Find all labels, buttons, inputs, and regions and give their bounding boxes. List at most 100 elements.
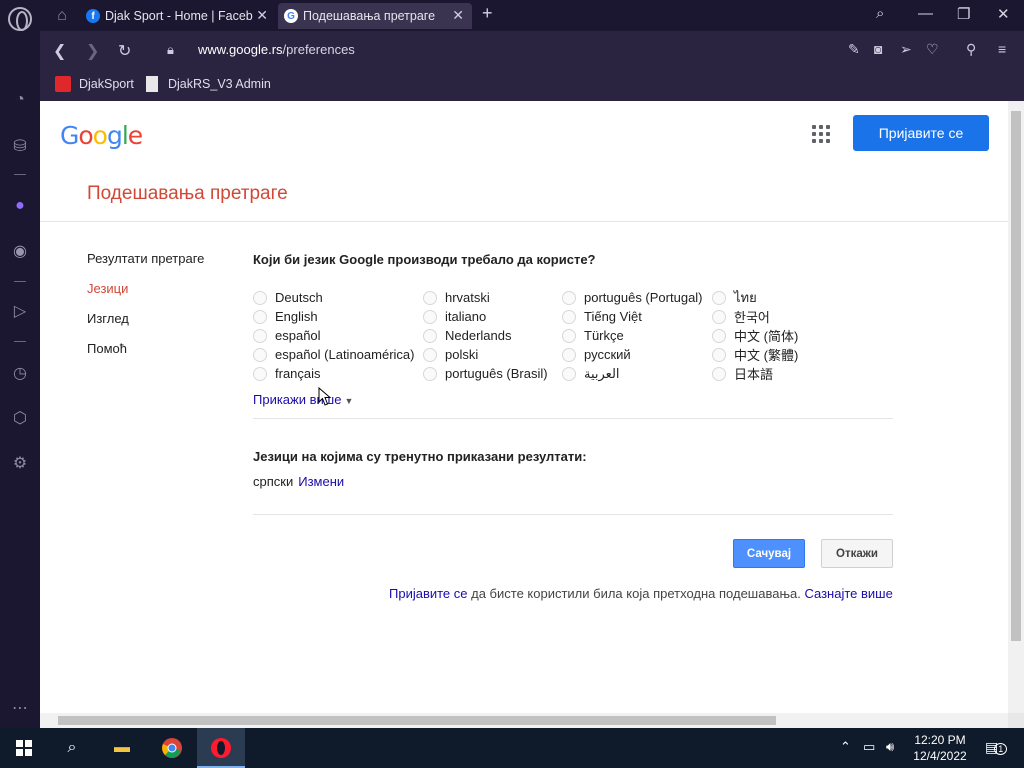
signin-button[interactable]: Пријавите се bbox=[853, 115, 989, 151]
tab-djak-sport[interactable]: f Djak Sport - Home | Facebo ✕ bbox=[80, 3, 276, 29]
radio-button[interactable] bbox=[562, 347, 576, 362]
whatsapp-icon[interactable]: ◉ bbox=[9, 240, 31, 262]
radio-button[interactable] bbox=[562, 366, 576, 381]
windows-start-icon[interactable] bbox=[11, 736, 37, 760]
more-dots-icon[interactable]: ⋯ bbox=[9, 697, 31, 719]
radio-button[interactable] bbox=[423, 328, 437, 343]
messenger-icon[interactable]: ● bbox=[9, 195, 31, 217]
language-option[interactable]: English bbox=[253, 307, 414, 326]
nav-languages[interactable]: Језици bbox=[87, 281, 204, 311]
show-more-link[interactable]: Прикажи више ▼ bbox=[253, 392, 353, 407]
history-icon[interactable]: ◷ bbox=[9, 362, 31, 384]
language-option[interactable]: polski bbox=[423, 345, 548, 364]
radio-button[interactable] bbox=[712, 366, 726, 381]
radio-button[interactable] bbox=[423, 366, 437, 381]
extensions-cube-icon[interactable]: ⬡ bbox=[9, 407, 31, 429]
footer-signin-link[interactable]: Пријавите се bbox=[389, 586, 468, 601]
reload-icon[interactable]: ↻ bbox=[118, 41, 131, 61]
language-option[interactable]: italiano bbox=[423, 307, 548, 326]
radio-button[interactable] bbox=[562, 290, 576, 305]
language-option[interactable]: ไทย bbox=[712, 288, 798, 307]
search-tabs-icon[interactable]: ⌕ bbox=[876, 5, 884, 22]
language-option[interactable]: русский bbox=[562, 345, 703, 364]
search-icon[interactable]: ⌕ bbox=[59, 736, 85, 760]
language-option[interactable]: português (Brasil) bbox=[423, 364, 548, 383]
chevron-up-icon[interactable]: ⌃ bbox=[840, 739, 851, 755]
nav-search-results[interactable]: Резултати претраге bbox=[87, 251, 204, 281]
heart-icon[interactable]: ♡ bbox=[926, 41, 939, 58]
language-option[interactable]: Türkçe bbox=[562, 326, 703, 345]
google-logo[interactable]: Google bbox=[60, 121, 143, 150]
minimize-icon[interactable]: — bbox=[918, 5, 933, 22]
radio-button[interactable] bbox=[423, 347, 437, 362]
nav-appearance[interactable]: Изглед bbox=[87, 311, 204, 341]
radio-button[interactable] bbox=[712, 290, 726, 305]
radio-button[interactable] bbox=[423, 290, 437, 305]
radio-button[interactable] bbox=[253, 366, 267, 381]
language-option[interactable]: 中文 (简体) bbox=[712, 326, 798, 345]
player-icon[interactable]: ▷ bbox=[9, 300, 31, 322]
send-icon[interactable]: ➢ bbox=[900, 41, 912, 58]
nav-help[interactable]: Помоћ bbox=[87, 341, 204, 371]
save-button[interactable]: Сачувај bbox=[733, 539, 805, 568]
horizontal-scrollbar[interactable] bbox=[40, 713, 1008, 728]
bookmark-djaksport[interactable]: DjakSport bbox=[55, 76, 134, 92]
tab-search-settings[interactable]: G Подешавања претраге ✕ bbox=[278, 3, 472, 29]
radio-button[interactable] bbox=[562, 328, 576, 343]
chrome-icon[interactable] bbox=[159, 736, 185, 760]
forward-icon[interactable]: ❯ bbox=[86, 41, 99, 61]
google-apps-grid-icon[interactable] bbox=[812, 125, 830, 143]
file-explorer-icon[interactable]: ▬ bbox=[109, 736, 135, 760]
radio-button[interactable] bbox=[712, 328, 726, 343]
easy-setup-sliders-icon[interactable]: ≡ bbox=[998, 41, 1006, 57]
opera-menu-icon[interactable] bbox=[8, 7, 32, 31]
lock-icon[interactable]: 🔒︎ bbox=[167, 42, 174, 58]
opera-icon[interactable] bbox=[208, 736, 234, 760]
network-icon[interactable]: ▭ bbox=[863, 739, 875, 755]
account-icon[interactable]: ⚲ bbox=[966, 41, 976, 58]
restore-icon[interactable]: ❐ bbox=[957, 5, 970, 23]
close-tab-icon[interactable]: ✕ bbox=[452, 7, 464, 24]
speed-dial-icon[interactable]: ◔ bbox=[9, 89, 31, 111]
language-option[interactable]: 中文 (繁體) bbox=[712, 345, 798, 364]
language-option[interactable]: Tiếng Việt bbox=[562, 307, 703, 326]
language-option[interactable]: hrvatski bbox=[423, 288, 548, 307]
settings-gear-icon[interactable]: ⚙ bbox=[9, 452, 31, 474]
language-option[interactable]: español (Latinoamérica) bbox=[253, 345, 414, 364]
scrollbar-thumb[interactable] bbox=[1011, 111, 1021, 641]
language-option[interactable]: العربية bbox=[562, 364, 703, 383]
vertical-scrollbar[interactable] bbox=[1008, 101, 1024, 713]
radio-button[interactable] bbox=[253, 309, 267, 324]
radio-button[interactable] bbox=[712, 309, 726, 324]
radio-button[interactable] bbox=[253, 328, 267, 343]
cancel-button[interactable]: Откажи bbox=[821, 539, 893, 568]
url-field[interactable]: www.google.rs/preferences bbox=[198, 42, 355, 57]
language-option[interactable]: español bbox=[253, 326, 414, 345]
language-option[interactable]: Deutsch bbox=[253, 288, 414, 307]
system-clock[interactable]: 12:20 PM 12/4/2022 bbox=[905, 732, 975, 764]
back-icon[interactable]: ❮ bbox=[53, 41, 66, 61]
language-option[interactable]: Nederlands bbox=[423, 326, 548, 345]
scrollbar-thumb[interactable] bbox=[58, 716, 776, 725]
radio-button[interactable] bbox=[423, 309, 437, 324]
volume-icon[interactable]: 🔊︎ bbox=[886, 739, 894, 755]
tab-islands-icon[interactable]: ⌂ bbox=[51, 5, 73, 27]
language-option[interactable]: français bbox=[253, 364, 414, 383]
language-option[interactable]: 한국어 bbox=[712, 307, 798, 326]
language-option[interactable]: português (Portugal) bbox=[562, 288, 703, 307]
bookmark-djakrs-admin[interactable]: DjakRS_V3 Admin bbox=[146, 76, 271, 92]
learn-more-link[interactable]: Сазнајте више bbox=[804, 586, 892, 601]
change-language-link[interactable]: Измени bbox=[298, 474, 344, 489]
notification-center-icon[interactable]: ▤1 bbox=[985, 739, 1008, 756]
radio-button[interactable] bbox=[253, 290, 267, 305]
radio-button[interactable] bbox=[712, 347, 726, 362]
language-option[interactable]: 日本語 bbox=[712, 364, 798, 383]
easy-setup-icon[interactable]: ✎ bbox=[848, 41, 860, 58]
new-tab-icon[interactable]: + bbox=[482, 3, 493, 24]
snapshot-camera-icon[interactable]: ◙ bbox=[874, 41, 882, 57]
close-tab-icon[interactable]: ✕ bbox=[256, 7, 268, 24]
close-window-icon[interactable]: ✕ bbox=[997, 5, 1010, 23]
shopping-bag-icon[interactable]: ⛁ bbox=[9, 135, 31, 157]
radio-button[interactable] bbox=[562, 309, 576, 324]
radio-button[interactable] bbox=[253, 347, 267, 362]
